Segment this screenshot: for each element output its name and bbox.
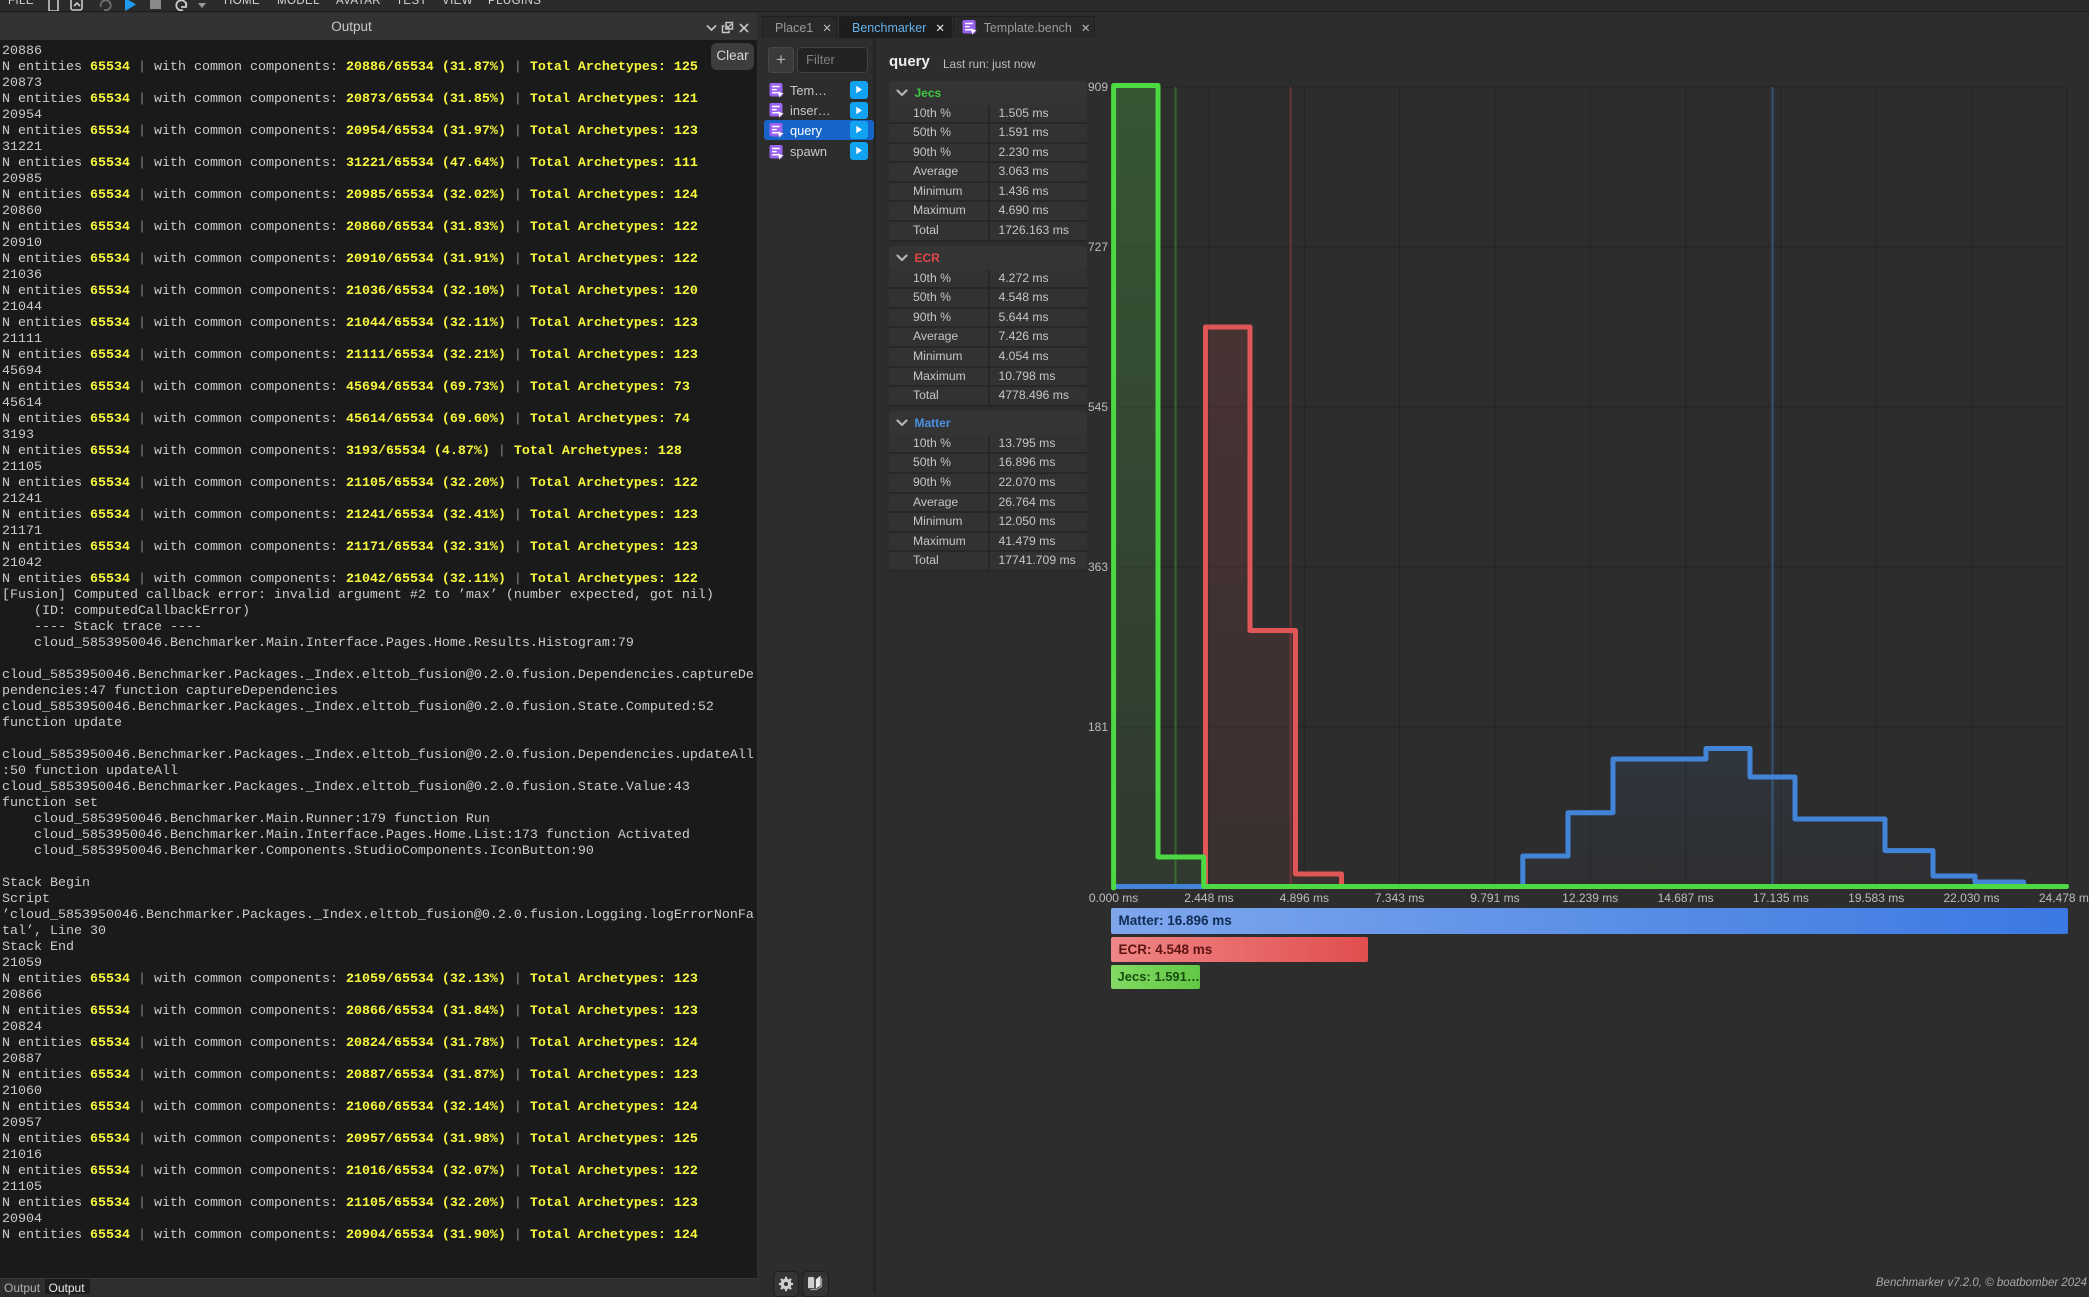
svg-text:727: 727 <box>1088 240 1108 254</box>
svg-text:9.791 ms: 9.791 ms <box>1470 891 1519 905</box>
svg-text:4.896 ms: 4.896 ms <box>1280 891 1329 905</box>
svg-text:545: 545 <box>1088 400 1108 414</box>
svg-text:17.135 ms: 17.135 ms <box>1753 891 1809 905</box>
svg-text:14.687 ms: 14.687 ms <box>1658 891 1714 905</box>
svg-text:2.448 ms: 2.448 ms <box>1184 891 1233 905</box>
svg-text:363: 363 <box>1088 560 1108 574</box>
svg-text:22.030 ms: 22.030 ms <box>1943 891 1999 905</box>
svg-text:181: 181 <box>1088 720 1108 734</box>
svg-text:0.000 ms: 0.000 ms <box>1089 891 1138 905</box>
svg-text:12.239 ms: 12.239 ms <box>1562 891 1618 905</box>
svg-text:19.583 ms: 19.583 ms <box>1848 891 1904 905</box>
svg-text:7.343 ms: 7.343 ms <box>1375 891 1424 905</box>
svg-text:24.478 ms: 24.478 ms <box>2039 891 2089 905</box>
svg-text:909: 909 <box>1088 80 1108 94</box>
